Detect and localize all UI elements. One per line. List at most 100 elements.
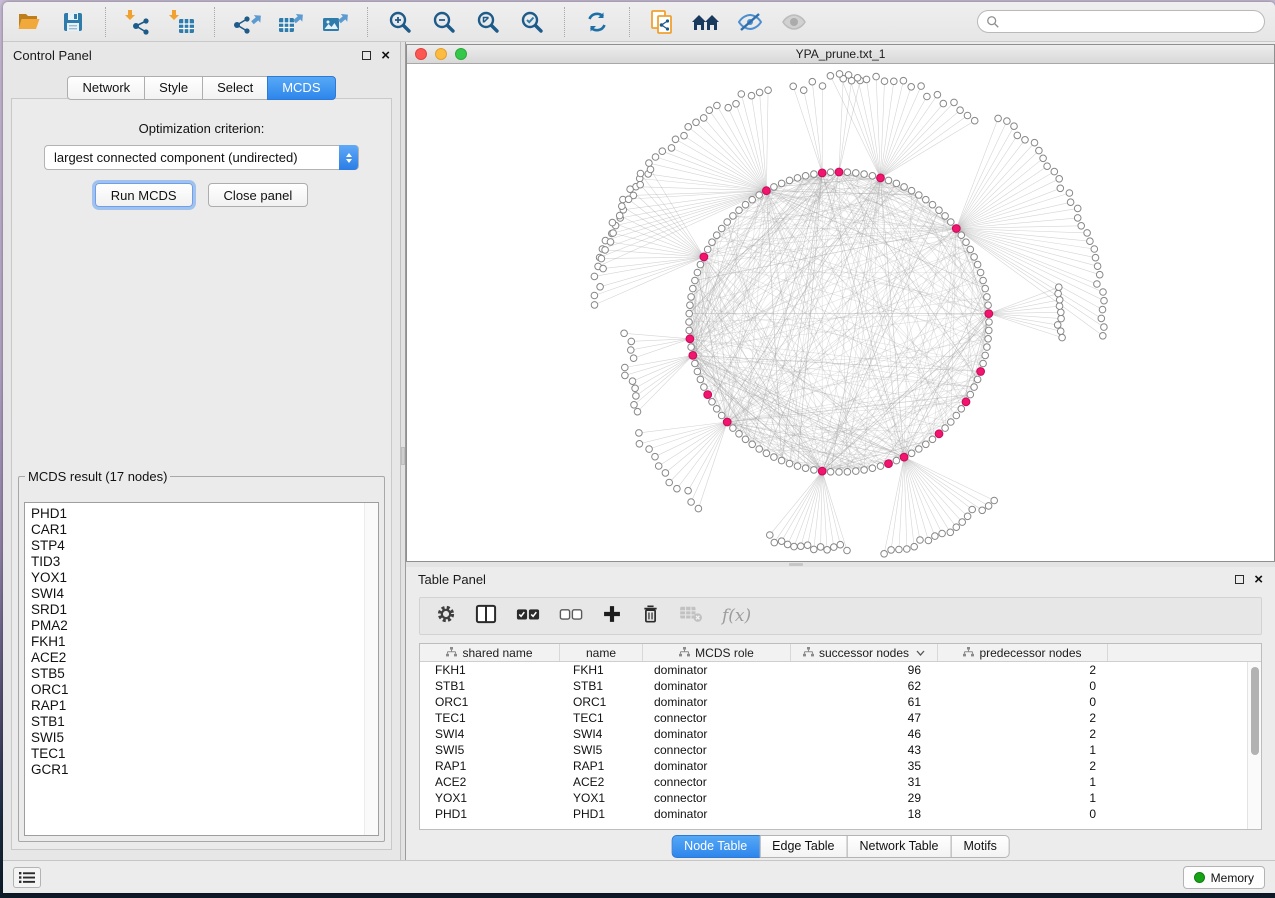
- search-box: [977, 10, 1265, 33]
- attribute-icon: [679, 647, 690, 658]
- table-row[interactable]: YOX1YOX1connector291: [420, 790, 1247, 806]
- zoom-fit-icon[interactable]: [472, 7, 504, 37]
- status-bar: Memory: [3, 860, 1275, 893]
- save-icon[interactable]: [57, 7, 89, 37]
- select-all-icon[interactable]: [516, 606, 540, 627]
- export-table-icon[interactable]: [275, 7, 307, 37]
- mcds-result-item[interactable]: STB5: [31, 666, 364, 682]
- toolbar-separator: [629, 7, 630, 37]
- mcds-result-item[interactable]: SRD1: [31, 602, 364, 618]
- houses-icon[interactable]: [690, 7, 722, 37]
- function-builder-icon: f(x): [722, 606, 751, 626]
- mcds-result-item[interactable]: STB1: [31, 714, 364, 730]
- mcds-result-title: MCDS result (17 nodes): [25, 469, 170, 484]
- table-row[interactable]: STB1STB1dominator620: [420, 678, 1247, 694]
- table-panel: Table Panel × f(x) shared name name MCDS…: [406, 567, 1275, 860]
- mcds-result-item[interactable]: RAP1: [31, 698, 364, 714]
- mcds-result-item[interactable]: SWI4: [31, 586, 364, 602]
- control-panel: Control Panel × Network Style Select MCD…: [3, 42, 400, 860]
- mcds-result-item[interactable]: STP4: [31, 538, 364, 554]
- memory-status-icon: [1194, 872, 1205, 883]
- column-header-predecessor-nodes[interactable]: predecessor nodes: [938, 644, 1108, 661]
- column-header-name[interactable]: name: [560, 644, 643, 661]
- network-window-titlebar: YPA_prune.txt_1: [407, 45, 1274, 64]
- import-network-icon[interactable]: [122, 7, 154, 37]
- delete-column-icon[interactable]: [641, 604, 660, 629]
- mcds-result-item[interactable]: PHD1: [31, 506, 364, 522]
- table-row[interactable]: ORC1ORC1dominator610: [420, 694, 1247, 710]
- tab-edge-table[interactable]: Edge Table: [759, 835, 847, 858]
- mcds-result-item[interactable]: PMA2: [31, 618, 364, 634]
- control-panel-tabs: Network Style Select MCDS: [3, 76, 400, 100]
- deselect-all-icon[interactable]: [559, 606, 583, 627]
- import-table-icon[interactable]: [166, 7, 198, 37]
- network-canvas[interactable]: [407, 64, 1274, 561]
- mcds-result-item[interactable]: TID3: [31, 554, 364, 570]
- memory-button[interactable]: Memory: [1183, 866, 1265, 889]
- mcds-result-item[interactable]: FKH1: [31, 634, 364, 650]
- tab-select[interactable]: Select: [202, 76, 268, 100]
- tab-motifs[interactable]: Motifs: [950, 835, 1009, 858]
- show-columns-icon[interactable]: [475, 604, 497, 629]
- table-row[interactable]: FKH1FKH1dominator962: [420, 662, 1247, 678]
- mcds-result-item[interactable]: SWI5: [31, 730, 364, 746]
- column-header-mcds-role[interactable]: MCDS role: [643, 644, 791, 661]
- table-settings-gear-icon[interactable]: [436, 604, 456, 629]
- tab-node-table[interactable]: Node Table: [671, 835, 760, 858]
- zoom-in-icon[interactable]: [384, 7, 416, 37]
- column-header-successor-nodes[interactable]: successor nodes: [791, 644, 938, 661]
- open-file-icon[interactable]: [13, 7, 45, 37]
- toolbar-separator: [105, 7, 106, 37]
- task-history-button[interactable]: [13, 867, 41, 888]
- close-panel-icon[interactable]: ×: [381, 51, 390, 60]
- node-table: shared name name MCDS role successor nod…: [419, 643, 1262, 830]
- column-header-shared-name[interactable]: shared name: [420, 644, 560, 661]
- splitter-grip[interactable]: [401, 447, 405, 465]
- close-panel-icon[interactable]: ×: [1254, 575, 1263, 584]
- table-row[interactable]: ACE2ACE2connector311: [420, 774, 1247, 790]
- float-panel-icon[interactable]: [362, 51, 371, 60]
- attribute-icon: [446, 647, 457, 658]
- column-header-filler: [1108, 644, 1261, 661]
- export-image-icon[interactable]: [319, 7, 351, 37]
- mcds-result-item[interactable]: ACE2: [31, 650, 364, 666]
- table-row[interactable]: SWI5SWI5connector431: [420, 742, 1247, 758]
- hide-eye-slash-icon[interactable]: [734, 7, 766, 37]
- tab-style[interactable]: Style: [144, 76, 203, 100]
- network-window: YPA_prune.txt_1: [406, 44, 1275, 562]
- mcds-result-item[interactable]: YOX1: [31, 570, 364, 586]
- select-stepper-icon: [339, 145, 358, 170]
- mcds-result-item[interactable]: GCR1: [31, 762, 364, 778]
- mcds-list-scrollbar[interactable]: [364, 503, 378, 835]
- memory-label: Memory: [1211, 871, 1254, 885]
- splitter-grip[interactable]: [789, 563, 803, 566]
- tab-network[interactable]: Network: [67, 76, 145, 100]
- mcds-result-item[interactable]: CAR1: [31, 522, 364, 538]
- table-panel-titlebar: Table Panel ×: [406, 567, 1275, 591]
- clone-network-icon[interactable]: [646, 7, 678, 37]
- table-row[interactable]: RAP1RAP1dominator352: [420, 758, 1247, 774]
- control-panel-titlebar: Control Panel ×: [3, 42, 400, 68]
- criterion-select-value: largest connected component (undirected): [54, 150, 298, 165]
- tab-network-table[interactable]: Network Table: [847, 835, 952, 858]
- search-input[interactable]: [1005, 15, 1256, 29]
- tab-mcds[interactable]: MCDS: [267, 76, 335, 100]
- zoom-out-icon[interactable]: [428, 7, 460, 37]
- export-network-icon[interactable]: [231, 7, 263, 37]
- refresh-icon[interactable]: [581, 7, 613, 37]
- float-panel-icon[interactable]: [1235, 575, 1244, 584]
- table-row[interactable]: PHD1PHD1dominator180: [420, 806, 1247, 822]
- close-panel-button[interactable]: Close panel: [208, 183, 309, 207]
- run-mcds-button[interactable]: Run MCDS: [95, 183, 193, 207]
- mcds-result-item[interactable]: ORC1: [31, 682, 364, 698]
- add-column-icon[interactable]: [602, 604, 622, 629]
- attribute-icon: [803, 647, 814, 658]
- mcds-result-item[interactable]: TEC1: [31, 746, 364, 762]
- table-row[interactable]: TEC1TEC1connector472: [420, 710, 1247, 726]
- table-scrollbar-thumb[interactable]: [1251, 667, 1259, 755]
- table-row[interactable]: SWI4SWI4dominator462: [420, 726, 1247, 742]
- attribute-icon: [963, 647, 974, 658]
- zoom-selected-icon[interactable]: [516, 7, 548, 37]
- table-scrollbar[interactable]: [1247, 662, 1261, 829]
- criterion-select[interactable]: largest connected component (undirected): [44, 145, 359, 170]
